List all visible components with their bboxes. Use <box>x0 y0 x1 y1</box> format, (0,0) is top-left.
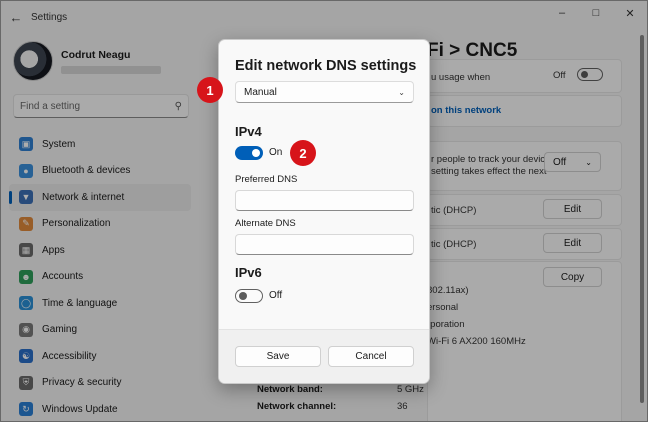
dialog-footer: Save Cancel <box>219 329 429 383</box>
ipv6-toggle-state: Off <box>269 290 283 301</box>
dns-mode-select[interactable]: Manual ⌄ <box>235 81 414 103</box>
ipv4-toggle-state: On <box>269 147 283 158</box>
cancel-button[interactable]: Cancel <box>328 346 414 367</box>
edit-dns-dialog: Edit network DNS settings Manual ⌄ IPv4 … <box>218 39 430 384</box>
dialog-title: Edit network DNS settings <box>235 58 417 74</box>
alternate-dns-label: Alternate DNS <box>235 218 296 229</box>
dns-mode-value: Manual <box>244 86 277 98</box>
ipv4-heading: IPv4 <box>235 124 262 139</box>
save-button[interactable]: Save <box>235 346 321 367</box>
annotation-badge-2: 2 <box>290 140 316 166</box>
annotation-badge-1: 1 <box>197 77 223 103</box>
ipv6-toggle[interactable] <box>235 289 263 303</box>
ipv6-heading: IPv6 <box>235 265 262 280</box>
alternate-dns-input[interactable] <box>235 234 414 255</box>
preferred-dns-input[interactable] <box>235 190 414 211</box>
preferred-dns-label: Preferred DNS <box>235 174 298 185</box>
chevron-down-icon: ⌄ <box>398 87 405 97</box>
ipv4-toggle[interactable] <box>235 146 263 160</box>
